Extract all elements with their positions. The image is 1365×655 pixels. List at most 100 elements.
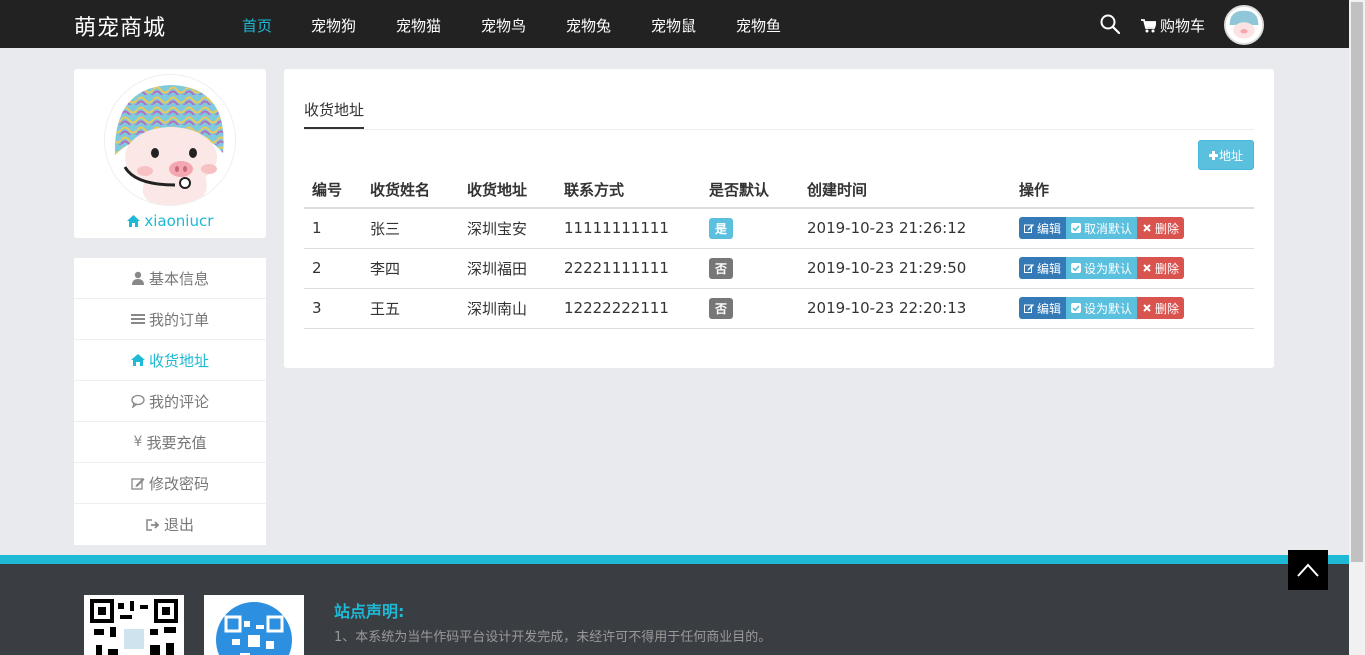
- edit-button[interactable]: 编辑: [1019, 217, 1067, 240]
- cell-actions: 编辑 取消默认 删除: [1011, 208, 1254, 249]
- cart-label: 购物车: [1160, 17, 1206, 35]
- cell-phone: 12222222111: [556, 288, 701, 329]
- profile-card: xiaoniucr: [74, 69, 266, 238]
- scrollbar-thumb[interactable]: [1351, 2, 1363, 562]
- toggle-default-label: 取消默认: [1084, 221, 1133, 236]
- nav-item-home[interactable]: 首页: [242, 15, 272, 36]
- cell-default: 是: [701, 208, 799, 249]
- nav-item-cat[interactable]: 宠物猫: [396, 15, 441, 36]
- check-square-icon: [1071, 263, 1082, 273]
- search-icon[interactable]: [1100, 14, 1120, 34]
- toggle-default-button[interactable]: 设为默认: [1066, 257, 1138, 279]
- cart-icon: [1141, 18, 1156, 32]
- profile-username[interactable]: xiaoniucr: [74, 212, 266, 230]
- brand-logo[interactable]: 萌宠商城: [74, 10, 166, 42]
- user-icon: [131, 271, 144, 285]
- yen-icon: ¥: [133, 434, 143, 450]
- column-header: 联系方式: [556, 172, 701, 209]
- menu-label: 收货地址: [148, 351, 209, 370]
- footer-title: 站点声明:: [334, 602, 405, 621]
- cell-address: 深圳福田: [459, 248, 556, 289]
- add-address-button[interactable]: 地址: [1198, 140, 1254, 170]
- nav-item-bird[interactable]: 宠物鸟: [481, 15, 526, 36]
- nav-item-mouse[interactable]: 宠物鼠: [651, 15, 696, 36]
- table-header-row: 编号 收货姓名 收货地址 联系方式 是否默认 创建时间 操作: [304, 172, 1254, 209]
- edit-icon: [1024, 264, 1034, 273]
- cell-default: 否: [701, 248, 799, 289]
- column-header: 是否默认: [701, 172, 799, 209]
- delete-button[interactable]: 删除: [1137, 217, 1185, 240]
- cell-address: 深圳宝安: [459, 208, 556, 249]
- wechat-qr-code: [84, 595, 184, 655]
- cell-id: 2: [304, 248, 362, 289]
- column-header: 操作: [1011, 172, 1254, 209]
- page-scrollbar[interactable]: [1349, 0, 1365, 655]
- cell-id: 1: [304, 208, 362, 249]
- delete-label: 删除: [1155, 301, 1180, 316]
- cell-created: 2019-10-23 21:29:50: [799, 248, 1011, 289]
- add-address-label: 地址: [1218, 148, 1243, 163]
- side-menu-item-basic-info[interactable]: 基本信息: [74, 258, 266, 299]
- edit-button[interactable]: 编辑: [1019, 297, 1067, 319]
- comment-icon: [131, 394, 145, 408]
- delete-button[interactable]: 删除: [1137, 297, 1185, 319]
- footer-accent-line: [0, 555, 1349, 564]
- side-menu-item-address[interactable]: 收货地址: [74, 340, 266, 381]
- tab-bar: 收货地址: [304, 99, 1254, 130]
- edit-label: 编辑: [1037, 301, 1062, 316]
- alipay-qr-code: [204, 595, 304, 655]
- cell-name: 李四: [362, 248, 459, 289]
- menu-label: 我的评论: [148, 392, 209, 411]
- table-row: 3 王五 深圳南山 12222222111 否 2019-10-23 22:20…: [304, 288, 1254, 329]
- plus-icon: [1208, 150, 1218, 160]
- delete-button[interactable]: 删除: [1137, 257, 1185, 279]
- nav-item-rabbit[interactable]: 宠物兔: [566, 15, 611, 36]
- address-table: 编号 收货姓名 收货地址 联系方式 是否默认 创建时间 操作 1 张三 深圳宝安…: [304, 172, 1254, 329]
- toggle-default-label: 设为默认: [1084, 261, 1133, 276]
- cell-created: 2019-10-23 21:26:12: [799, 208, 1011, 249]
- username-text: xiaoniucr: [144, 212, 214, 230]
- side-menu: 基本信息 我的订单 收货地址 我的评论 ¥ 我要充值 修改密码 退出: [74, 258, 266, 545]
- list-icon: [130, 314, 145, 324]
- edit-icon: [1024, 224, 1034, 234]
- delete-label: 删除: [1155, 261, 1180, 276]
- column-header: 编号: [304, 172, 362, 209]
- tab-address[interactable]: 收货地址: [304, 99, 364, 129]
- table-row: 2 李四 深圳福田 22221111111 否 2019-10-23 21:29…: [304, 248, 1254, 289]
- signout-icon: [146, 518, 160, 531]
- default-badge: 是: [709, 217, 734, 239]
- nav-item-fish[interactable]: 宠物鱼: [736, 15, 781, 36]
- close-icon: [1143, 224, 1151, 232]
- delete-label: 删除: [1155, 221, 1180, 236]
- side-menu-item-recharge[interactable]: ¥ 我要充值: [74, 422, 266, 463]
- default-badge: 否: [709, 257, 734, 279]
- cell-created: 2019-10-23 22:20:13: [799, 288, 1011, 329]
- top-navbar: 萌宠商城 首页 宠物狗 宠物猫 宠物鸟 宠物兔 宠物鼠 宠物鱼 购物车: [0, 0, 1349, 48]
- side-menu-item-orders[interactable]: 我的订单: [74, 299, 266, 340]
- side-menu-item-logout[interactable]: 退出: [74, 504, 266, 545]
- cell-id: 3: [304, 288, 362, 329]
- toggle-default-label: 设为默认: [1084, 301, 1133, 316]
- home-icon: [130, 354, 145, 366]
- cart-link[interactable]: 购物车: [1141, 15, 1205, 36]
- menu-label: 基本信息: [148, 269, 209, 288]
- edit-button[interactable]: 编辑: [1019, 257, 1067, 279]
- nav-item-dog[interactable]: 宠物狗: [311, 15, 356, 36]
- edit-label: 编辑: [1037, 221, 1062, 236]
- toggle-default-button[interactable]: 设为默认: [1066, 297, 1138, 319]
- edit-label: 编辑: [1037, 261, 1062, 276]
- side-menu-item-comments[interactable]: 我的评论: [74, 381, 266, 422]
- cell-phone: 11111111111: [556, 208, 701, 249]
- home-icon: [126, 215, 140, 227]
- side-menu-item-password[interactable]: 修改密码: [74, 463, 266, 504]
- table-row: 1 张三 深圳宝安 11111111111 是 2019-10-23 21:26…: [304, 208, 1254, 249]
- chevron-up-icon: [1297, 563, 1319, 577]
- back-to-top-button[interactable]: [1288, 550, 1328, 590]
- cell-phone: 22221111111: [556, 248, 701, 289]
- profile-avatar: [104, 74, 236, 206]
- nav-avatar[interactable]: [1224, 5, 1264, 45]
- menu-label: 修改密码: [148, 474, 209, 493]
- toggle-default-button[interactable]: 取消默认: [1066, 217, 1138, 240]
- default-badge: 否: [709, 297, 734, 319]
- menu-label: 退出: [163, 516, 194, 534]
